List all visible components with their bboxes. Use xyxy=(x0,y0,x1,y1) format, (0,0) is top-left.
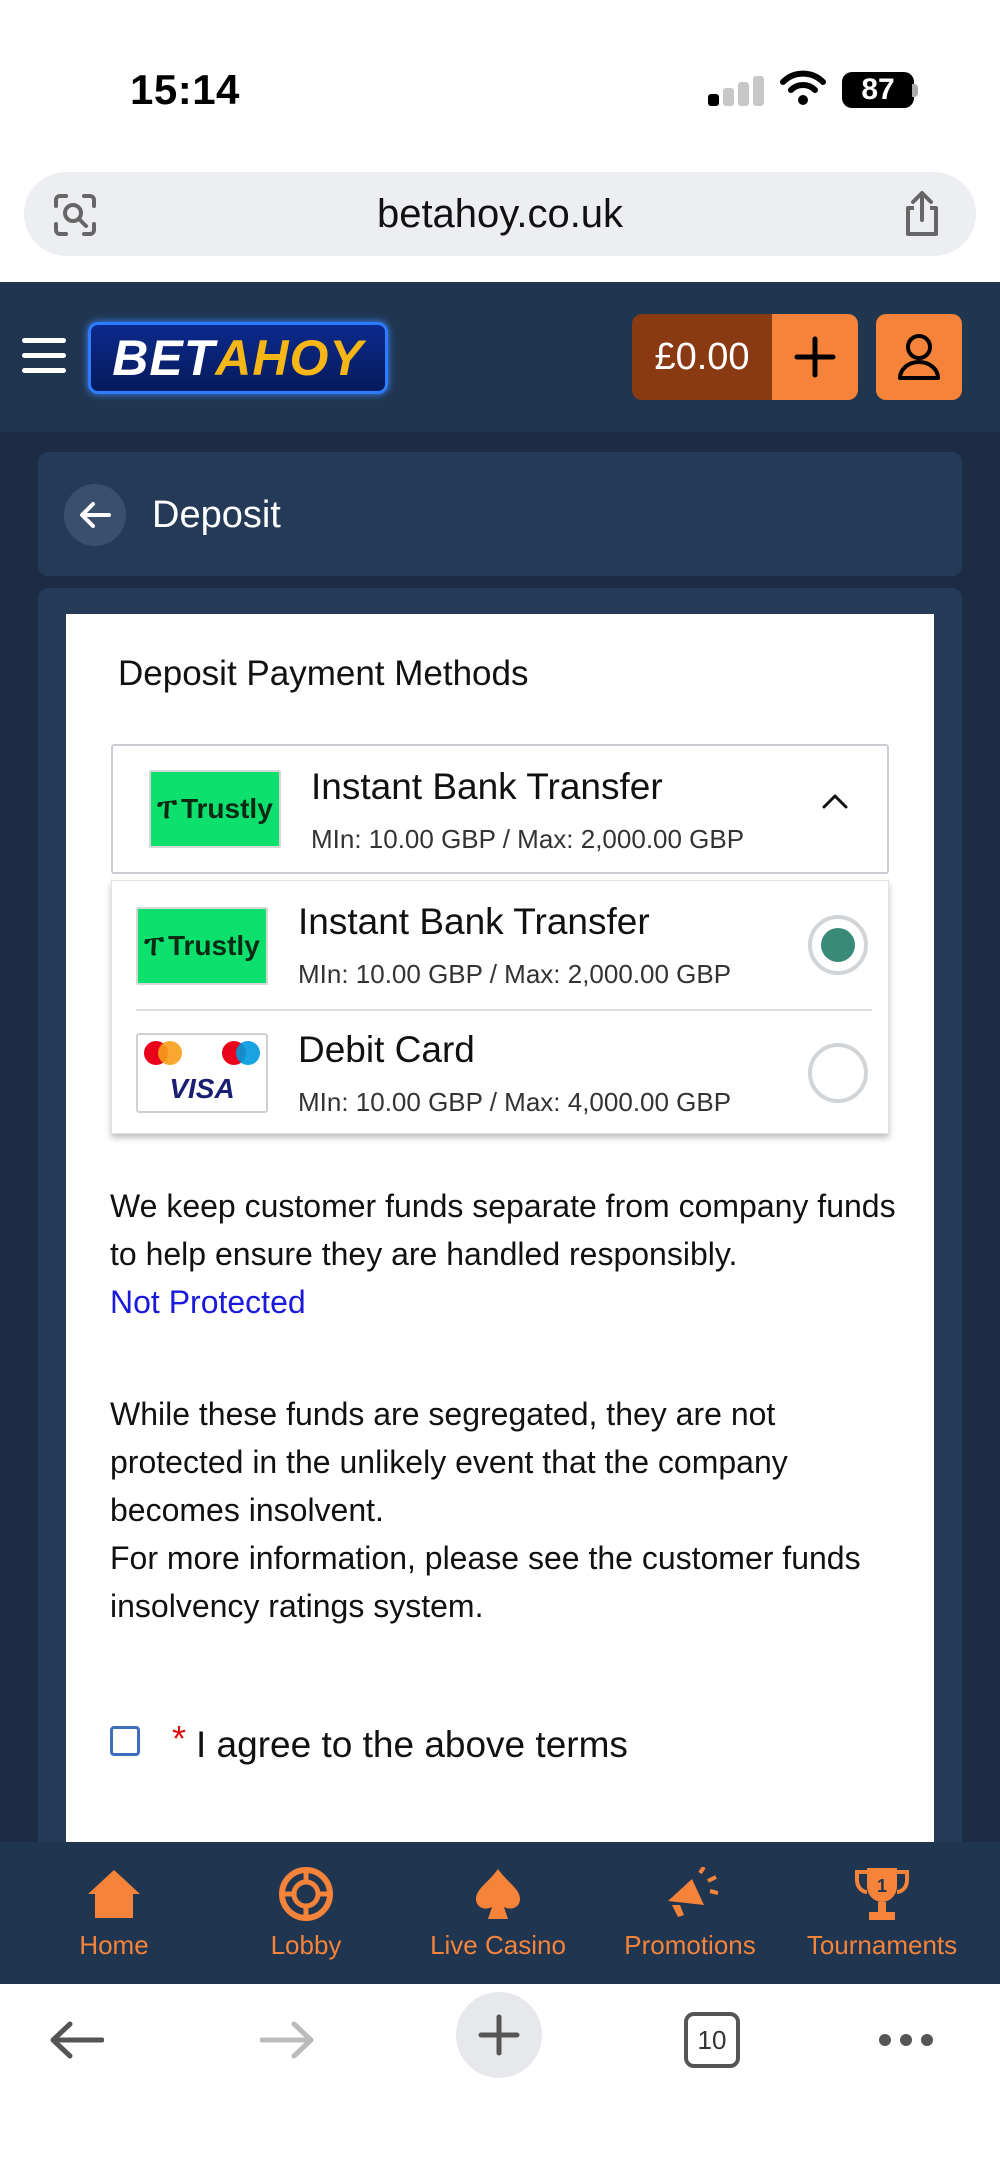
deposit-page-header: Deposit xyxy=(38,452,962,576)
logo-text-ahoy: AHOY xyxy=(215,330,364,386)
wifi-icon xyxy=(780,70,826,105)
nav-home-label: Home xyxy=(79,1930,149,1960)
agree-terms-checkbox[interactable] xyxy=(110,1726,140,1756)
agree-terms-row: * I agree to the above terms xyxy=(110,1718,810,1770)
bottom-navigation: Home Lobby Live Casino Promotions 1 Tour… xyxy=(0,1842,1000,1984)
app-header: BET AHOY £0.00 xyxy=(0,282,1000,432)
arrow-right-icon xyxy=(260,2021,314,2059)
home-icon xyxy=(18,1864,210,1924)
mastercard-icon xyxy=(144,1041,182,1065)
browser-toolbar: 10 xyxy=(0,1984,1000,2171)
nav-promotions-label: Promotions xyxy=(624,1930,756,1960)
selected-method-name: Instant Bank Transfer xyxy=(311,766,663,807)
nav-live-casino[interactable]: Live Casino xyxy=(402,1842,594,1984)
add-funds-button[interactable] xyxy=(772,314,858,400)
megaphone-icon xyxy=(594,1864,786,1924)
balance-button[interactable]: £0.00 xyxy=(632,314,772,400)
more-dots-icon xyxy=(879,2034,933,2046)
maestro-icon xyxy=(222,1041,260,1065)
card-title: Deposit Payment Methods xyxy=(118,654,529,693)
new-tab-button[interactable] xyxy=(456,1992,542,2078)
betahoy-logo[interactable]: BET AHOY xyxy=(88,322,388,394)
status-time: 15:14 xyxy=(130,66,240,113)
address-bar[interactable]: betahoy.co.uk xyxy=(24,172,976,256)
payment-option-debit-card[interactable]: VISA Debit Card MIn: 10.00 GBP / Max: 4,… xyxy=(112,1011,890,1139)
visa-logo-text: VISA xyxy=(169,1073,235,1104)
trustly-logo-text: Trustly xyxy=(167,930,260,961)
nav-home[interactable]: Home xyxy=(18,1842,210,1984)
menu-icon[interactable] xyxy=(22,338,66,374)
trophy-icon: 1 xyxy=(786,1864,978,1924)
arrow-left-icon xyxy=(80,502,111,528)
page-title: Deposit xyxy=(152,494,281,536)
trustly-logo-text: Trustly xyxy=(180,793,273,824)
share-icon[interactable] xyxy=(902,190,942,238)
agree-terms-label[interactable]: I agree to the above terms xyxy=(196,1724,628,1766)
browser-back-button[interactable] xyxy=(44,2002,108,2078)
option-name: Debit Card xyxy=(298,1029,475,1070)
tabs-button[interactable]: 10 xyxy=(682,2002,742,2078)
payment-methods-card: Deposit Payment Methods ፐ Trustly Instant… xyxy=(66,614,934,1844)
arrow-left-icon xyxy=(50,2021,104,2059)
funds-separation-text: We keep customer funds separate from com… xyxy=(110,1188,896,1272)
payment-method-dropdown: ፐ Trustly Instant Bank Transfer MIn: 10.0… xyxy=(111,880,889,1134)
tabs-count: 10 xyxy=(684,2012,740,2068)
status-bar: 15:14 87 xyxy=(0,0,1000,160)
nav-tournaments-label: Tournaments xyxy=(806,1930,958,1960)
more-options-button[interactable] xyxy=(876,2002,936,2078)
debit-card-logo: VISA xyxy=(136,1033,268,1113)
plus-icon xyxy=(794,336,836,378)
nav-lobby[interactable]: Lobby xyxy=(210,1842,402,1984)
payment-option-trustly[interactable]: ፐ Trustly Instant Bank Transfer MIn: 10.0… xyxy=(112,881,890,1009)
selected-method-limits: MIn: 10.00 GBP / Max: 2,000.00 GBP xyxy=(311,824,745,854)
payment-method-select[interactable]: ፐ Trustly Instant Bank Transfer MIn: 10.0… xyxy=(111,744,889,874)
battery-cap xyxy=(912,84,918,97)
more-info-text: For more information, please see the cus… xyxy=(110,1540,861,1624)
nav-promotions[interactable]: Promotions xyxy=(594,1842,786,1984)
trophy-number: 1 xyxy=(877,1876,887,1896)
option-limits: MIn: 10.00 GBP / Max: 4,000.00 GBP xyxy=(298,1087,732,1117)
insolvency-text: While these funds are segregated, they a… xyxy=(110,1396,788,1528)
radio-selected[interactable] xyxy=(808,915,868,975)
trustly-mark-icon: ፐ xyxy=(144,929,164,961)
url-text[interactable]: betahoy.co.uk xyxy=(24,192,976,237)
nav-live-casino-label: Live Casino xyxy=(430,1930,566,1960)
nav-lobby-label: Lobby xyxy=(270,1930,342,1960)
trustly-logo: ፐ Trustly xyxy=(136,907,268,985)
spade-icon xyxy=(402,1864,594,1924)
protection-level-link[interactable]: Not Protected xyxy=(110,1284,306,1320)
chevron-up-icon[interactable] xyxy=(821,792,849,810)
nav-tournaments[interactable]: 1 Tournaments xyxy=(786,1842,978,1984)
trustly-logo: ፐ Trustly xyxy=(149,770,281,848)
signal-icon xyxy=(708,76,764,106)
plus-icon xyxy=(456,1992,542,2078)
user-icon xyxy=(898,334,940,380)
back-button[interactable] xyxy=(64,484,126,546)
account-button[interactable] xyxy=(876,314,962,400)
browser-forward-button[interactable] xyxy=(256,2002,320,2078)
trustly-mark-icon: ፐ xyxy=(157,792,177,824)
option-limits: MIn: 10.00 GBP / Max: 2,000.00 GBP xyxy=(298,959,732,989)
required-indicator: * xyxy=(172,1718,187,1759)
battery-indicator: 87 xyxy=(842,72,914,108)
option-name: Instant Bank Transfer xyxy=(298,901,650,942)
chip-icon xyxy=(210,1864,402,1924)
logo-text-bet: BET xyxy=(112,330,216,386)
radio-unselected[interactable] xyxy=(808,1043,868,1103)
funds-info-text: We keep customer funds separate from com… xyxy=(110,1182,900,1326)
